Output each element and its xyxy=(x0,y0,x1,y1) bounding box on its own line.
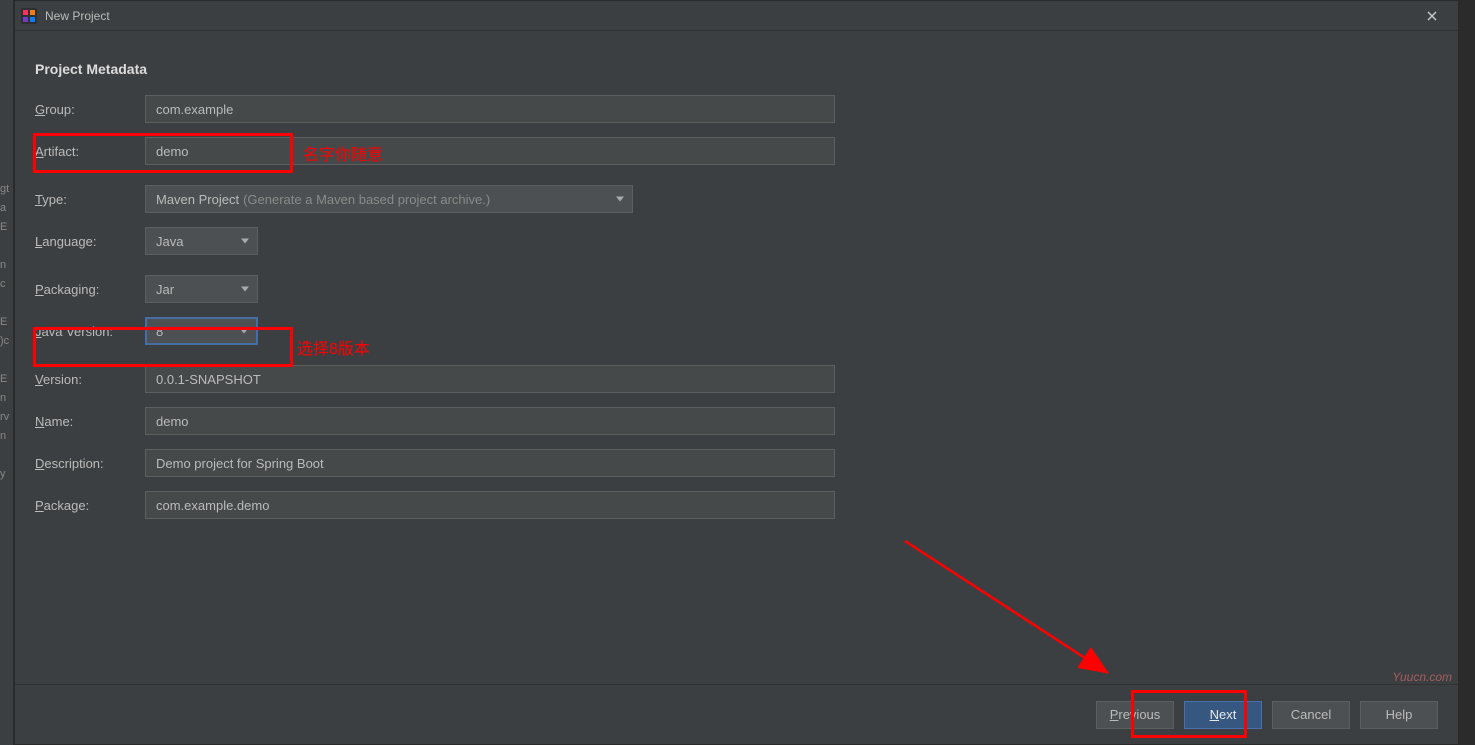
row-name: Name: xyxy=(35,407,1438,435)
annotation-text-artifact: 名字你随意 xyxy=(303,141,383,165)
intellij-icon xyxy=(21,8,37,24)
cancel-button[interactable]: Cancel xyxy=(1272,701,1350,729)
artifact-input[interactable] xyxy=(145,137,835,165)
ide-left-gutter: gt a E n c E )c E n rv n y xyxy=(0,0,14,745)
row-type: Type: Maven Project (Generate a Maven ba… xyxy=(35,185,1438,213)
label-name: Name: xyxy=(35,414,145,429)
version-input[interactable] xyxy=(145,365,835,393)
row-packaging: Packaging: Jar xyxy=(35,275,1438,303)
label-group: Group: xyxy=(35,102,145,117)
label-language: Language: xyxy=(35,234,145,249)
package-input[interactable] xyxy=(145,491,835,519)
section-heading: Project Metadata xyxy=(35,61,1438,77)
row-version: Version: xyxy=(35,365,1438,393)
dialog-footer: Previous Next Cancel Help xyxy=(15,684,1458,744)
annotation-text-java: 选择8版本 xyxy=(297,335,370,359)
chevron-down-icon xyxy=(241,287,249,292)
chevron-down-icon xyxy=(240,329,248,334)
new-project-dialog: New Project Project Metadata Group: Arti… xyxy=(14,0,1459,745)
label-artifact: Artifact: xyxy=(35,144,145,159)
group-input[interactable] xyxy=(145,95,835,123)
label-description: Description: xyxy=(35,456,145,471)
packaging-dropdown[interactable]: Jar xyxy=(145,275,258,303)
close-button[interactable] xyxy=(1412,2,1452,30)
row-java-version: Java Version: 8 xyxy=(35,317,1438,345)
label-package: Package: xyxy=(35,498,145,513)
row-description: Description: xyxy=(35,449,1438,477)
name-input[interactable] xyxy=(145,407,835,435)
label-packaging: Packaging: xyxy=(35,282,145,297)
row-group: Group: xyxy=(35,95,1438,123)
type-dropdown[interactable]: Maven Project (Generate a Maven based pr… xyxy=(145,185,633,213)
previous-button[interactable]: Previous xyxy=(1096,701,1174,729)
label-type: Type: xyxy=(35,192,145,207)
dialog-title: New Project xyxy=(45,9,110,23)
help-button[interactable]: Help xyxy=(1360,701,1438,729)
row-artifact: Artifact: xyxy=(35,137,1438,165)
row-package: Package: xyxy=(35,491,1438,519)
chevron-down-icon xyxy=(241,239,249,244)
description-input[interactable] xyxy=(145,449,835,477)
next-button[interactable]: Next xyxy=(1184,701,1262,729)
java-version-dropdown[interactable]: 8 xyxy=(145,317,258,345)
language-dropdown[interactable]: Java xyxy=(145,227,258,255)
watermark-text: Yuucn.com xyxy=(1392,670,1452,684)
chevron-down-icon xyxy=(616,197,624,202)
dialog-content: Project Metadata Group: Artifact: Type: … xyxy=(15,31,1458,684)
titlebar: New Project xyxy=(15,1,1458,31)
label-java-version: Java Version: xyxy=(35,324,145,339)
label-version: Version: xyxy=(35,372,145,387)
row-language: Language: Java xyxy=(35,227,1438,255)
